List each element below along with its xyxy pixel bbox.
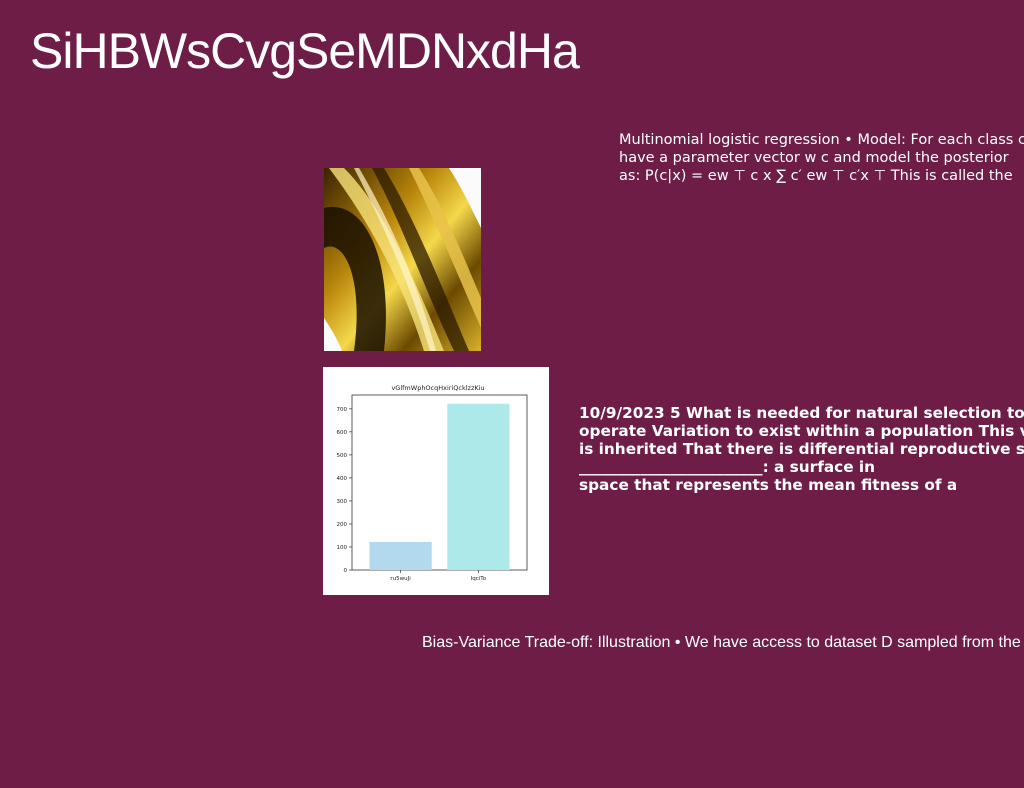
y-tick-label: 0	[344, 568, 348, 574]
bar	[369, 541, 432, 570]
top-text-line: have a parameter vector w c and model th…	[619, 150, 1009, 166]
top-text-line: Multinomial logistic regression • Model:…	[619, 132, 1024, 148]
chart-title: vGlfmWphOcqHxiriQcklzzKiu	[391, 384, 484, 392]
y-tick-label: 200	[337, 522, 348, 528]
bar-chart-svg: vGlfmWphOcqHxiriQcklzzKiu 0 100 200 300 400 5…	[337, 384, 528, 582]
y-tick-label: 600	[337, 430, 348, 436]
y-tick-label: 100	[337, 545, 348, 551]
abstract-gold-photo	[324, 168, 481, 351]
middle-text-line: is inherited That there is differential …	[579, 440, 1024, 458]
x-tick-label: IqciTo	[471, 576, 487, 582]
y-tick-label: 500	[337, 453, 348, 459]
page-title: SiHBWsCvgSeMDNxdHa	[30, 23, 580, 79]
top-text-line: as: P(c|x) = ew ⊤ c x ∑ c′ ew ⊤ c′x ⊤ Th…	[619, 168, 1013, 184]
middle-text-line: 10/9/2023 5 What is needed for natural s…	[579, 404, 1024, 422]
x-tick-label: ru5wuJi	[390, 576, 411, 582]
middle-text-block: 10/9/2023 5 What is needed for natural s…	[579, 404, 1024, 494]
top-text-block: Multinomial logistic regression • Model:…	[619, 131, 1024, 185]
abstract-gold-image	[324, 168, 481, 351]
middle-text-line: operate Variation to exist within a popu…	[579, 422, 1024, 440]
y-tick-label: 300	[337, 499, 348, 505]
middle-text-line: space that represents the mean fitness o…	[579, 476, 958, 494]
y-tick-label: 400	[337, 476, 348, 482]
bottom-text-line: Bias-Variance Trade-off: Illustration • …	[422, 634, 1021, 651]
bar-chart: vGlfmWphOcqHxiriQcklzzKiu 0 100 200 300 400 5…	[323, 367, 549, 595]
bar	[447, 403, 510, 570]
y-tick-label: 700	[337, 407, 348, 413]
middle-text-line: ________________________: a surface in	[579, 458, 876, 476]
